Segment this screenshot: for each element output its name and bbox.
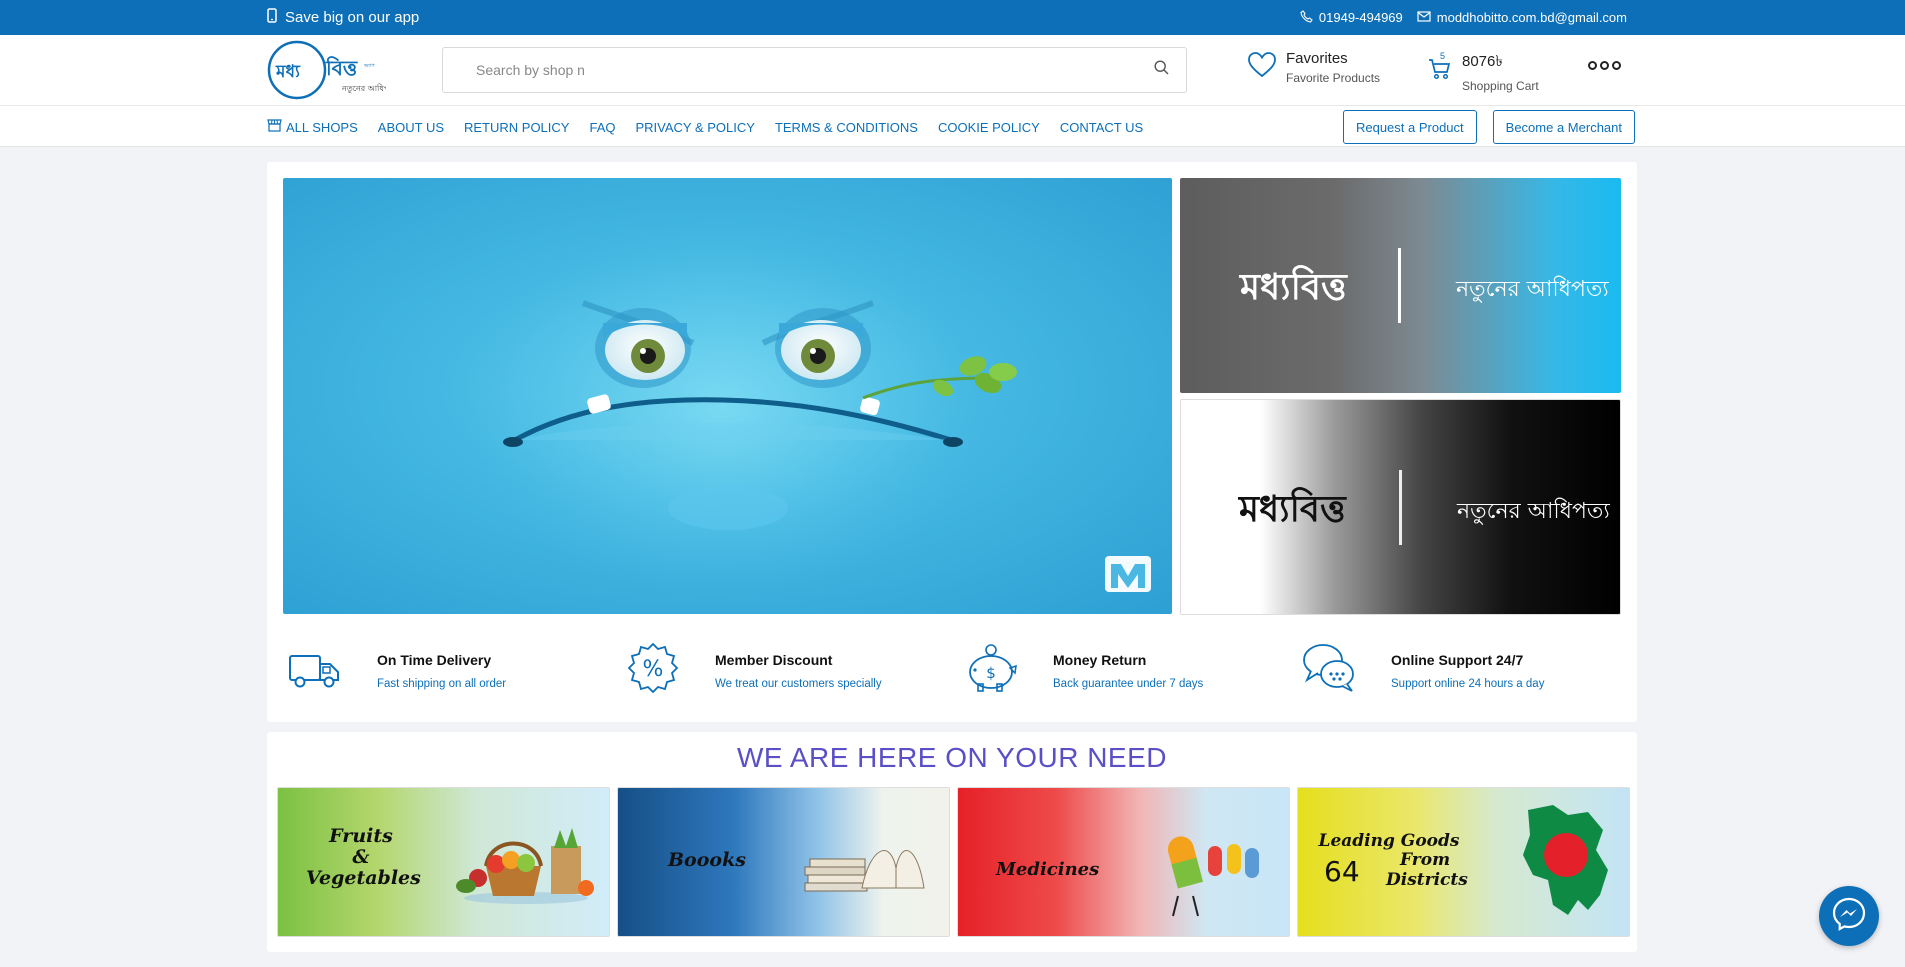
messenger-icon [1831, 896, 1867, 937]
svg-text:%: % [643, 657, 664, 682]
banner-tagline-text: নতুনের আধিপত্য [1456, 277, 1609, 302]
phone-device-icon [267, 8, 277, 27]
category-medicines[interactable]: Medicines [957, 787, 1290, 937]
category-label: Boooks [668, 849, 746, 871]
feature-subtitle: We treat our customers specially [715, 678, 882, 690]
svg-text:অ্যাপ: অ্যাপ [363, 63, 375, 69]
nav-terms-conditions[interactable]: TERMS & CONDITIONS [775, 120, 918, 135]
feature-money-return: $ Money Return Back guarantee under 7 da… [963, 640, 1293, 710]
discount-badge-icon: % [625, 640, 681, 696]
phone-number: 01949-494969 [1318, 10, 1403, 25]
books-stack-icon [800, 828, 930, 913]
top-bar: Save big on our app 01949-494969 moddhob… [0, 0, 1905, 35]
feature-title: Member Discount [715, 652, 833, 668]
feature-subtitle: Back guarantee under 7 days [1053, 678, 1204, 690]
feature-delivery: On Time Delivery Fast shipping on all or… [287, 640, 617, 710]
feature-subtitle: Support online 24 hours a day [1391, 678, 1545, 690]
category-districts[interactable]: Leading Goods 64 From Districts [1297, 787, 1630, 937]
contact-email[interactable]: moddhobitto.com.bd@gmail.com [1417, 10, 1627, 25]
hero-section: মধ্যবিত্ত নতুনের আধিপত্য মধ্যবিত্ত নতুনে… [267, 162, 1637, 722]
more-options-icon[interactable] [1588, 61, 1621, 70]
category-fruits-vegetables[interactable]: Fruits & Vegetables [277, 787, 610, 937]
svg-text:$: $ [986, 664, 996, 682]
contact-phone[interactable]: 01949-494969 [1300, 9, 1403, 26]
svg-text:নতুনের আধিপত্য: নতুনের আধিপত্য [341, 84, 386, 93]
features-row: On Time Delivery Fast shipping on all or… [267, 632, 1637, 722]
nav-cookie-policy[interactable]: COOKIE POLICY [938, 120, 1040, 135]
category-label: Leading Goods 64 From Districts [1318, 831, 1468, 890]
feature-title: Online Support 24/7 [1391, 652, 1524, 668]
cart-count-badge: 5 [1440, 51, 1446, 61]
svg-text:মধ্য: মধ্য [275, 62, 301, 82]
favorites-link[interactable]: Favorites Favorite Products [1248, 50, 1380, 85]
section-title: WE ARE HERE ON YOUR NEED [736, 742, 1167, 773]
email-address: moddhobitto.com.bd@gmail.com [1436, 10, 1627, 25]
nav-about-us[interactable]: ABOUT US [378, 120, 444, 135]
main-banner-angry-face[interactable] [283, 178, 1172, 614]
category-books[interactable]: Boooks [617, 787, 950, 937]
feature-subtitle: Fast shipping on all order [377, 678, 507, 690]
phone-icon [1300, 9, 1313, 26]
nav-return-policy[interactable]: RETURN POLICY [464, 120, 569, 135]
truck-icon [287, 640, 343, 696]
feature-title: Money Return [1053, 652, 1147, 668]
banner-brand-text: মধ্যবিত্ত [1239, 488, 1346, 530]
request-product-button[interactable]: Request a Product [1342, 110, 1477, 144]
fruit-basket-icon [456, 826, 596, 911]
side-banner-top[interactable]: মধ্যবিত্ত নতুনের আধিপত্য [1180, 178, 1621, 393]
feature-title: On Time Delivery [377, 652, 492, 668]
nav-all-shops[interactable]: ALL SHOPS [267, 119, 358, 135]
messenger-chat-button[interactable] [1819, 886, 1879, 946]
nav-privacy-policy[interactable]: PRIVACY & POLICY [635, 120, 754, 135]
favorites-title: Favorites [1286, 50, 1348, 67]
become-merchant-button[interactable]: Become a Merchant [1492, 110, 1635, 144]
search-icon [1153, 60, 1169, 80]
app-promo[interactable]: Save big on our app [267, 0, 419, 35]
piggy-bank-icon: $ [963, 640, 1019, 696]
category-label: Medicines [996, 859, 1100, 880]
cart-link[interactable]: 5 8076৳ Shopping Cart [1428, 50, 1539, 93]
cart-amount: 8076৳ [1462, 53, 1503, 70]
heart-icon [1248, 52, 1276, 83]
app-promo-text: Save big on our app [285, 9, 420, 26]
banner-divider [1399, 470, 1402, 545]
store-icon [267, 119, 282, 135]
cart-icon [1428, 59, 1452, 85]
feature-discount: % Member Discount We treat our customers… [625, 640, 955, 710]
search-button[interactable] [1136, 48, 1186, 92]
banner-tagline-text: নতুনের আধিপত্য [1457, 499, 1610, 524]
pills-icon [1153, 826, 1273, 931]
nav-faq[interactable]: FAQ [589, 120, 615, 135]
header: মধ্য বিত্ত অ্যাপ নতুনের আধিপত্য Favorite… [0, 35, 1905, 105]
chat-bubbles-icon [1301, 640, 1357, 696]
banner-brand-text: মধ্যবিত্ত [1240, 266, 1347, 308]
mail-icon [1417, 10, 1431, 25]
nav-contact-us[interactable]: CONTACT US [1060, 120, 1143, 135]
svg-text:বিত্ত: বিত্ত [325, 56, 358, 80]
search-input[interactable] [443, 48, 1136, 92]
need-section: WE ARE HERE ON YOUR NEED Fruits & Vegeta… [267, 732, 1637, 952]
banner-divider [1398, 248, 1401, 323]
category-label: Fruits & Vegetables [306, 825, 421, 889]
search-bar [442, 47, 1187, 93]
main-nav: ALL SHOPS ABOUT US RETURN POLICY FAQ PRI… [0, 105, 1905, 147]
bangladesh-map-icon [1508, 800, 1623, 930]
side-banner-bottom[interactable]: মধ্যবিত্ত নতুনের আধিপত্য [1180, 399, 1621, 615]
cart-subtitle: Shopping Cart [1462, 79, 1539, 93]
feature-support: Online Support 24/7 Support online 24 ho… [1301, 640, 1631, 710]
nav-label: ALL SHOPS [286, 119, 358, 135]
site-logo[interactable]: মধ্য বিত্ত অ্যাপ নতুনের আধিপত্য [266, 39, 398, 101]
favorites-subtitle: Favorite Products [1286, 71, 1381, 85]
